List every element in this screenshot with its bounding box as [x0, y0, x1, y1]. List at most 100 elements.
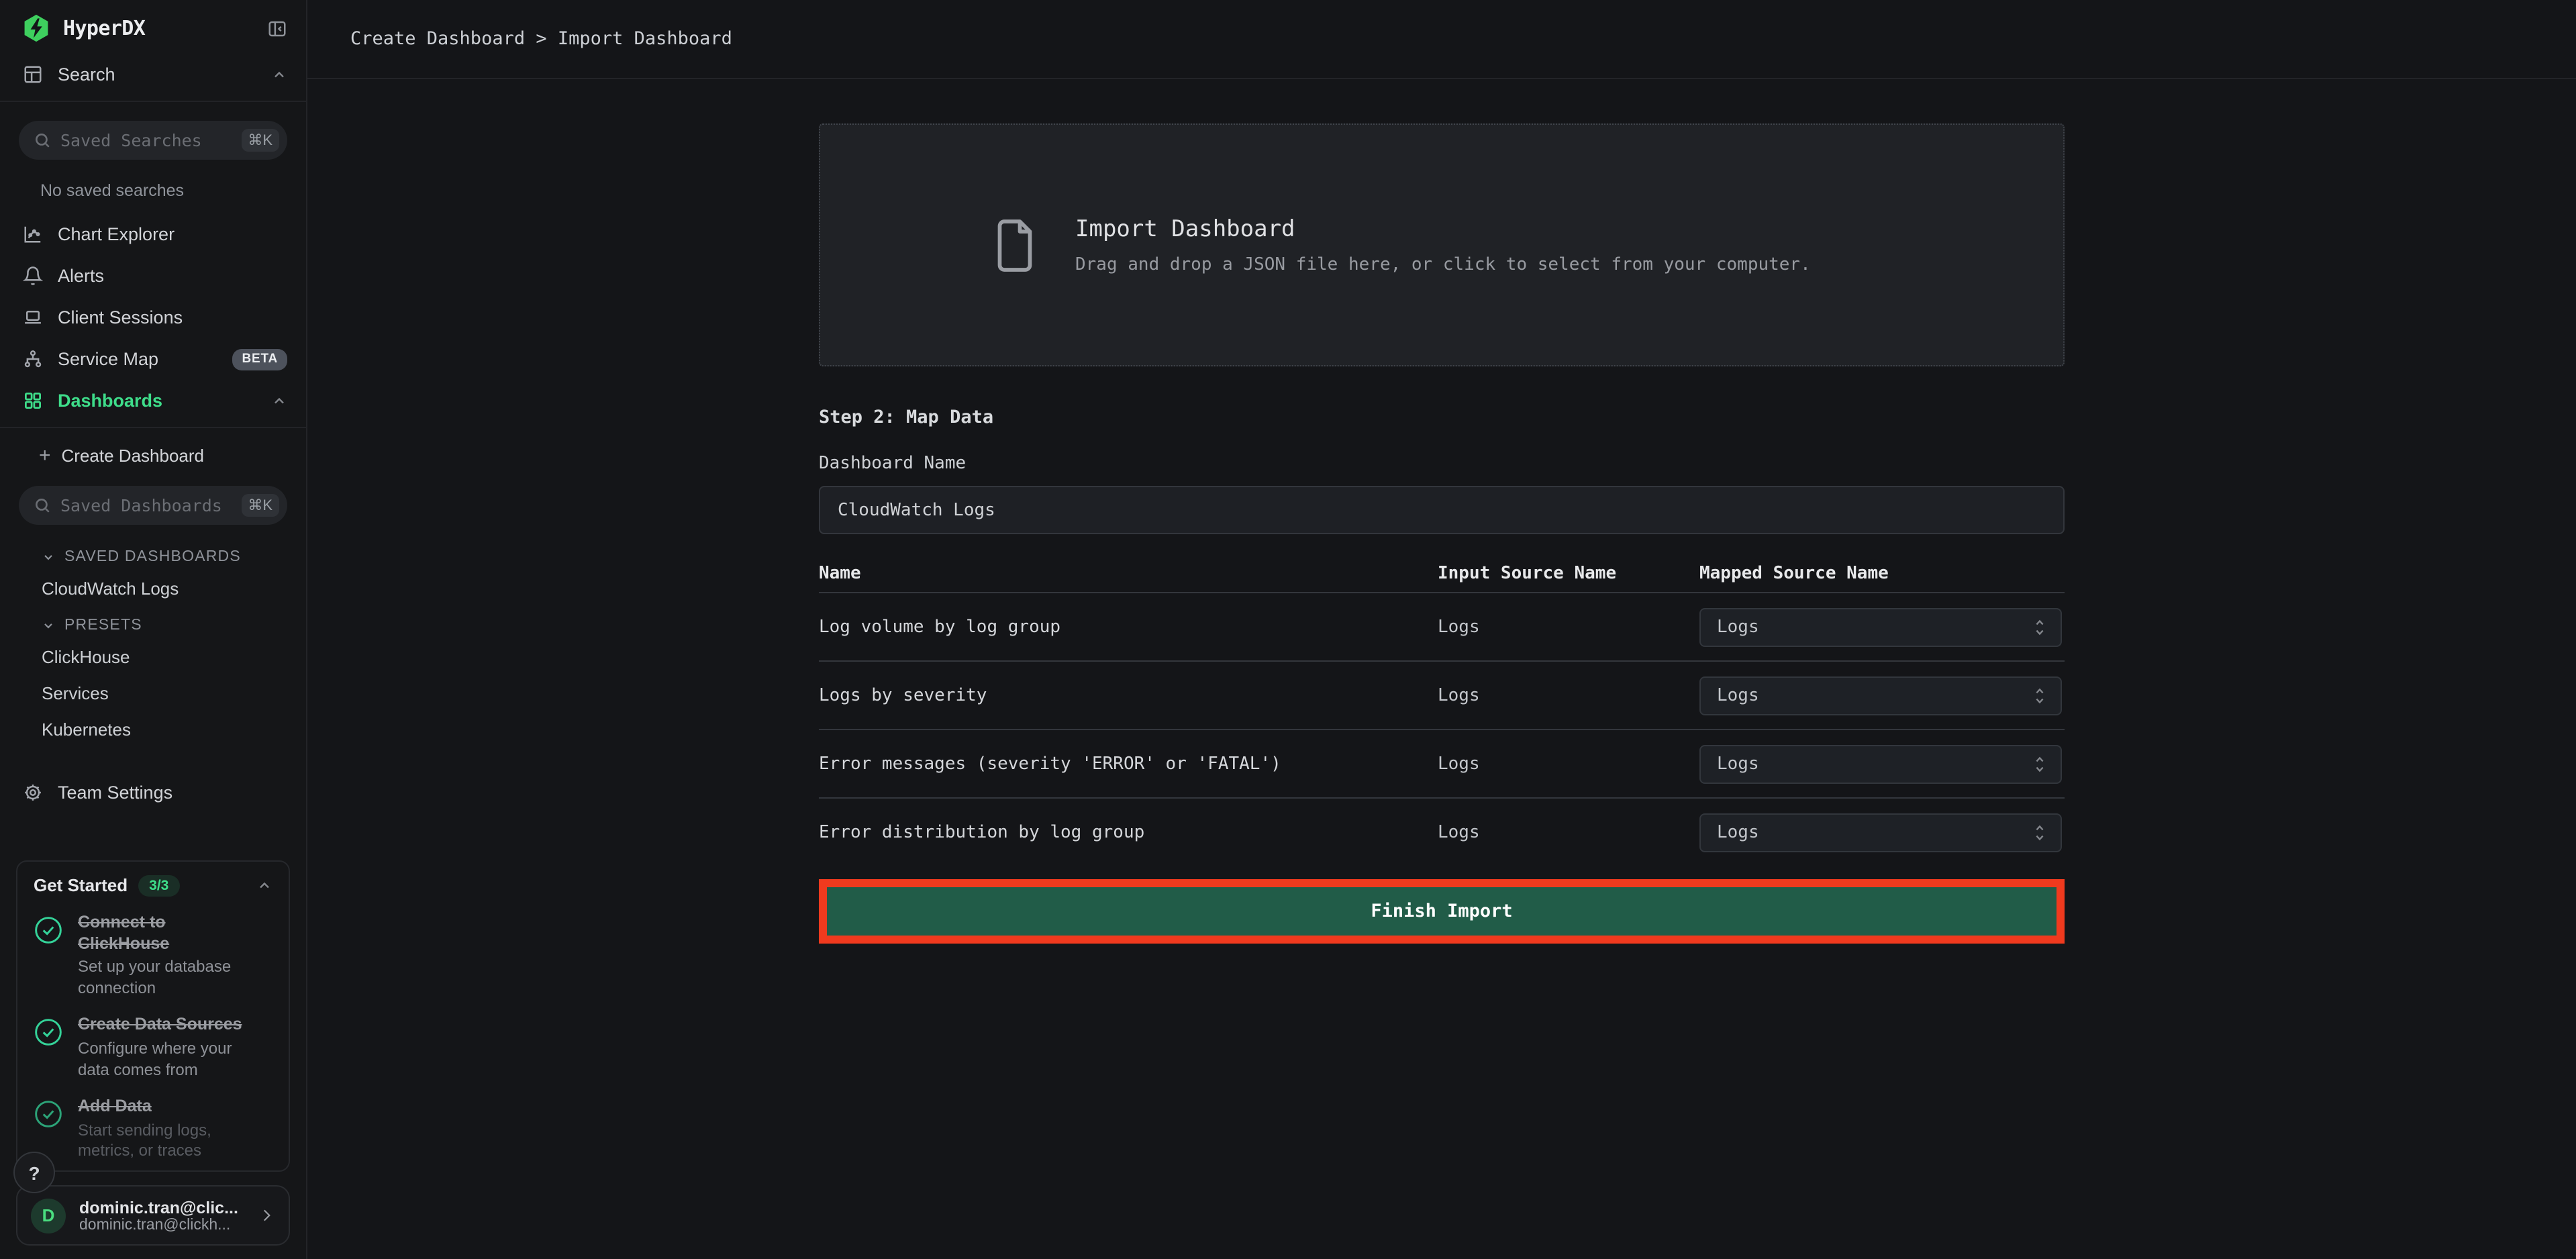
- chevron-up-icon: [271, 66, 287, 83]
- user-account-button[interactable]: D dominic.tran@clic... dominic.tran@clic…: [16, 1185, 290, 1246]
- laptop-icon: [23, 307, 44, 328]
- help-button[interactable]: ?: [13, 1152, 55, 1193]
- get-started-step-add-data[interactable]: Add Data Start sending logs, metrics, or…: [34, 1097, 273, 1162]
- step-title: Connect to ClickHouse: [78, 913, 236, 955]
- sidebar-item-dashboards[interactable]: Dashboards: [0, 380, 306, 421]
- mapped-source-select[interactable]: Logs: [1699, 676, 2062, 715]
- finish-import-button[interactable]: Finish Import: [827, 887, 2057, 936]
- column-header-mapped-source: Mapped Source Name: [1699, 563, 2065, 583]
- user-name: dominic.tran@clic...: [79, 1198, 244, 1217]
- step-heading: Step 2: Map Data: [819, 407, 2065, 428]
- get-started-step-connect[interactable]: Connect to ClickHouse Set up your databa…: [34, 913, 273, 999]
- search-icon: [34, 132, 51, 149]
- create-dashboard-label: Create Dashboard: [62, 446, 204, 466]
- section-title: PRESETS: [64, 617, 142, 634]
- step-title: Create Data Sources: [78, 1015, 259, 1036]
- row-name: Logs by severity: [819, 685, 1438, 705]
- row-input-source: Logs: [1438, 617, 1699, 637]
- sidebar-dashboard-cloudwatch-logs[interactable]: CloudWatch Logs: [0, 570, 306, 607]
- sidebar-item-team-settings[interactable]: Team Settings: [0, 772, 306, 813]
- sidebar-item-search[interactable]: Search: [0, 54, 306, 95]
- dropzone-texts: Import Dashboard Drag and drop a JSON fi…: [1075, 215, 1811, 274]
- row-input-source: Logs: [1438, 685, 1699, 705]
- column-header-input-source: Input Source Name: [1438, 563, 1699, 583]
- create-dashboard-button[interactable]: + Create Dashboard: [0, 434, 306, 472]
- dashboards-grid-icon: [23, 391, 44, 411]
- sidebar-item-label: Search: [58, 64, 115, 85]
- get-started-progress-badge: 3/3: [138, 875, 179, 897]
- app-title: HyperDX: [63, 16, 145, 40]
- search-panel-icon: [23, 64, 44, 85]
- dashboard-name-label: Dashboard Name: [819, 454, 2065, 474]
- bell-icon: [23, 266, 44, 286]
- logo-row: HyperDX: [0, 0, 306, 54]
- check-circle-icon: [34, 1018, 63, 1048]
- select-chevrons-icon: [2032, 685, 2047, 705]
- sidebar-item-chart-explorer[interactable]: Chart Explorer: [0, 213, 306, 255]
- mapped-source-select[interactable]: Logs: [1699, 744, 2062, 783]
- hyperdx-app: HyperDX Search ⌘K No saved searches: [0, 0, 2576, 1259]
- row-name: Error distribution by log group: [819, 823, 1438, 843]
- select-chevrons-icon: [2032, 754, 2047, 774]
- sidebar-item-label: Service Map: [58, 349, 158, 369]
- import-dropzone[interactable]: Import Dashboard Drag and drop a JSON fi…: [819, 123, 2065, 366]
- dropzone-subtitle: Drag and drop a JSON file here, or click…: [1075, 254, 1811, 274]
- chevron-down-icon: [42, 619, 55, 632]
- select-chevrons-icon: [2032, 823, 2047, 843]
- divider: [0, 427, 306, 428]
- no-saved-searches-text: No saved searches: [0, 173, 306, 205]
- check-circle-icon: [34, 915, 63, 945]
- dashboard-name-input[interactable]: [819, 486, 2065, 534]
- row-input-source: Logs: [1438, 823, 1699, 843]
- saved-dashboards-searchbox[interactable]: ⌘K: [19, 486, 287, 525]
- select-value: Logs: [1717, 823, 1759, 843]
- sidebar-preset-services[interactable]: Services: [0, 675, 306, 711]
- sidebar-collapse-button[interactable]: [267, 18, 287, 38]
- get-started-card: Get Started 3/3 Connect to ClickHouse Se…: [16, 860, 290, 1172]
- get-started-header[interactable]: Get Started 3/3: [34, 875, 273, 897]
- sidebar-item-client-sessions[interactable]: Client Sessions: [0, 297, 306, 338]
- sidebar: HyperDX Search ⌘K No saved searches: [0, 0, 307, 1259]
- sidebar-item-alerts[interactable]: Alerts: [0, 255, 306, 297]
- sidebar-preset-kubernetes[interactable]: Kubernetes: [0, 711, 306, 748]
- table-row: Error distribution by log group Logs Log…: [819, 799, 2065, 867]
- click-highlight-annotation: Finish Import: [819, 879, 2065, 944]
- row-name: Error messages (severity 'ERROR' or 'FAT…: [819, 754, 1438, 774]
- saved-dashboards-input[interactable]: [60, 495, 232, 515]
- step-title: Add Data: [78, 1097, 252, 1117]
- chevron-down-icon: [42, 550, 55, 564]
- mapped-source-select[interactable]: Logs: [1699, 607, 2062, 646]
- help-question-icon: ?: [28, 1162, 40, 1183]
- content: Import Dashboard Drag and drop a JSON fi…: [307, 79, 2576, 1259]
- table-row: Logs by severity Logs Logs: [819, 662, 2065, 730]
- select-chevrons-icon: [2032, 617, 2047, 637]
- get-started-step-sources[interactable]: Create Data Sources Configure where your…: [34, 1015, 273, 1081]
- sidebar-item-label: Dashboards: [58, 391, 162, 411]
- saved-searches-searchbox[interactable]: ⌘K: [19, 121, 287, 160]
- saved-dashboards-section-header[interactable]: SAVED DASHBOARDS: [0, 538, 306, 570]
- row-input-source: Logs: [1438, 754, 1699, 774]
- mapped-source-select[interactable]: Logs: [1699, 813, 2062, 852]
- sidebar-item-label: Client Sessions: [58, 307, 183, 328]
- presets-section-header[interactable]: PRESETS: [0, 607, 306, 639]
- cmd-k-shortcut: ⌘K: [241, 494, 279, 517]
- divider: [0, 101, 306, 102]
- sidebar-preset-clickhouse[interactable]: ClickHouse: [0, 639, 306, 675]
- main-area: Create Dashboard > Import Dashboard Impo…: [307, 0, 2576, 1259]
- chevron-up-icon: [271, 393, 287, 409]
- sidebar-item-service-map[interactable]: Service Map BETA: [0, 338, 306, 380]
- saved-searches-input[interactable]: [60, 130, 232, 150]
- select-value: Logs: [1717, 754, 1759, 774]
- table-row: Error messages (severity 'ERROR' or 'FAT…: [819, 730, 2065, 799]
- table-row: Log volume by log group Logs Logs: [819, 593, 2065, 662]
- breadcrumb[interactable]: Create Dashboard > Import Dashboard: [350, 28, 732, 50]
- hyperdx-logo-icon: [21, 13, 51, 43]
- chevron-right-icon: [258, 1207, 275, 1224]
- sidebar-item-label: Team Settings: [58, 783, 172, 803]
- service-map-icon: [23, 349, 44, 369]
- row-name: Log volume by log group: [819, 617, 1438, 637]
- gear-icon: [23, 783, 44, 803]
- chart-explorer-icon: [23, 224, 44, 244]
- select-value: Logs: [1717, 685, 1759, 705]
- column-header-name: Name: [819, 563, 1438, 583]
